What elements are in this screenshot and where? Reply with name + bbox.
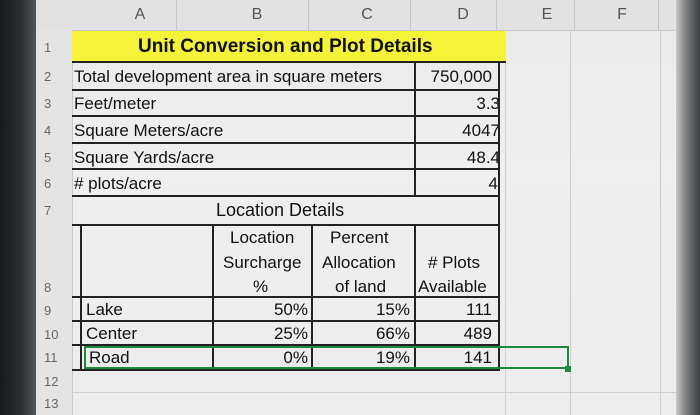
allocation-header-line2: Allocation <box>322 253 396 272</box>
column-header-e[interactable]: E <box>532 6 562 24</box>
column-header-f[interactable]: F <box>607 6 637 24</box>
param-label[interactable]: Square Meters/acre <box>74 121 223 141</box>
table-border <box>72 320 500 322</box>
row-number[interactable]: 2 <box>44 69 51 84</box>
table-border <box>72 224 500 226</box>
gridline <box>570 30 571 415</box>
row-number[interactable]: 10 <box>44 327 58 342</box>
spreadsheet-photo: A B C D E F 1 2 3 4 5 6 7 8 9 10 11 12 1… <box>0 0 700 415</box>
column-divider <box>176 0 177 30</box>
gridline <box>660 30 661 415</box>
location-surcharge[interactable]: 50% <box>214 300 308 320</box>
table-border <box>72 115 500 117</box>
row-number[interactable]: 13 <box>44 396 58 411</box>
param-value[interactable]: 48.4 <box>416 148 500 168</box>
table-border <box>72 61 506 63</box>
param-value[interactable]: 750,000 <box>416 67 492 87</box>
row-number[interactable]: 8 <box>44 280 51 295</box>
plots-header-line1: # Plots <box>428 253 480 272</box>
param-label[interactable]: # plots/acre <box>74 174 162 194</box>
column-header-c[interactable]: C <box>352 6 382 24</box>
column-divider <box>410 0 411 30</box>
row-number[interactable]: 7 <box>44 203 51 218</box>
fill-handle[interactable] <box>565 366 571 372</box>
table-border <box>72 142 500 144</box>
location-plots[interactable]: 111 <box>416 300 492 320</box>
table-border <box>498 61 500 369</box>
table-border <box>72 369 500 371</box>
allocation-header-line3: of land <box>335 277 387 296</box>
column-divider <box>496 0 497 30</box>
table-border <box>72 195 500 197</box>
column-header-d[interactable]: D <box>448 6 478 24</box>
gridline <box>72 392 676 393</box>
plots-header-line2: Available <box>418 277 487 296</box>
column-header-bar: A B C D E F <box>36 0 676 31</box>
table-border <box>72 168 500 170</box>
surcharge-header-line2: Surcharge <box>223 253 302 272</box>
row-number[interactable]: 11 <box>44 350 58 365</box>
param-value[interactable]: 4 <box>416 174 498 194</box>
surcharge-header-line3: % <box>253 277 269 296</box>
location-allocation[interactable]: 66% <box>318 324 410 344</box>
column-header-a[interactable]: A <box>125 6 155 24</box>
table-border <box>414 61 416 195</box>
sheet-title: Unit Conversion and Plot Details <box>138 36 433 57</box>
row-number[interactable]: 3 <box>44 96 51 111</box>
surcharge-header-line1: Location <box>230 228 295 247</box>
param-label[interactable]: Total development area in square meters <box>74 67 382 87</box>
location-allocation[interactable]: 15% <box>318 300 410 320</box>
selection-highlight[interactable] <box>84 346 569 369</box>
table-border <box>80 224 82 369</box>
row-number[interactable]: 12 <box>44 374 58 389</box>
row-number[interactable]: 4 <box>44 123 51 138</box>
location-surcharge[interactable]: 25% <box>214 324 308 344</box>
row-number[interactable]: 1 <box>44 40 51 55</box>
monitor-right-edge <box>676 0 700 415</box>
column-divider <box>658 0 659 30</box>
param-label[interactable]: Square Yards/acre <box>74 148 214 168</box>
column-divider <box>308 0 309 30</box>
param-value[interactable]: 4047 <box>416 121 500 141</box>
location-name[interactable]: Center <box>86 324 137 344</box>
location-name[interactable]: Lake <box>86 300 123 320</box>
column-divider <box>574 0 575 30</box>
column-header-b[interactable]: B <box>242 6 272 24</box>
row-number[interactable]: 5 <box>44 150 51 165</box>
table-border <box>72 296 500 298</box>
param-value[interactable]: 3.3 <box>416 94 500 114</box>
location-plots[interactable]: 489 <box>416 324 492 344</box>
row-number[interactable]: 9 <box>44 303 51 318</box>
location-section-title: Location Details <box>216 200 345 220</box>
param-label[interactable]: Feet/meter <box>74 94 156 114</box>
monitor-left-edge <box>0 0 36 415</box>
allocation-header-line1: Percent <box>330 228 389 247</box>
table-border <box>72 89 500 91</box>
row-number[interactable]: 6 <box>44 176 51 191</box>
